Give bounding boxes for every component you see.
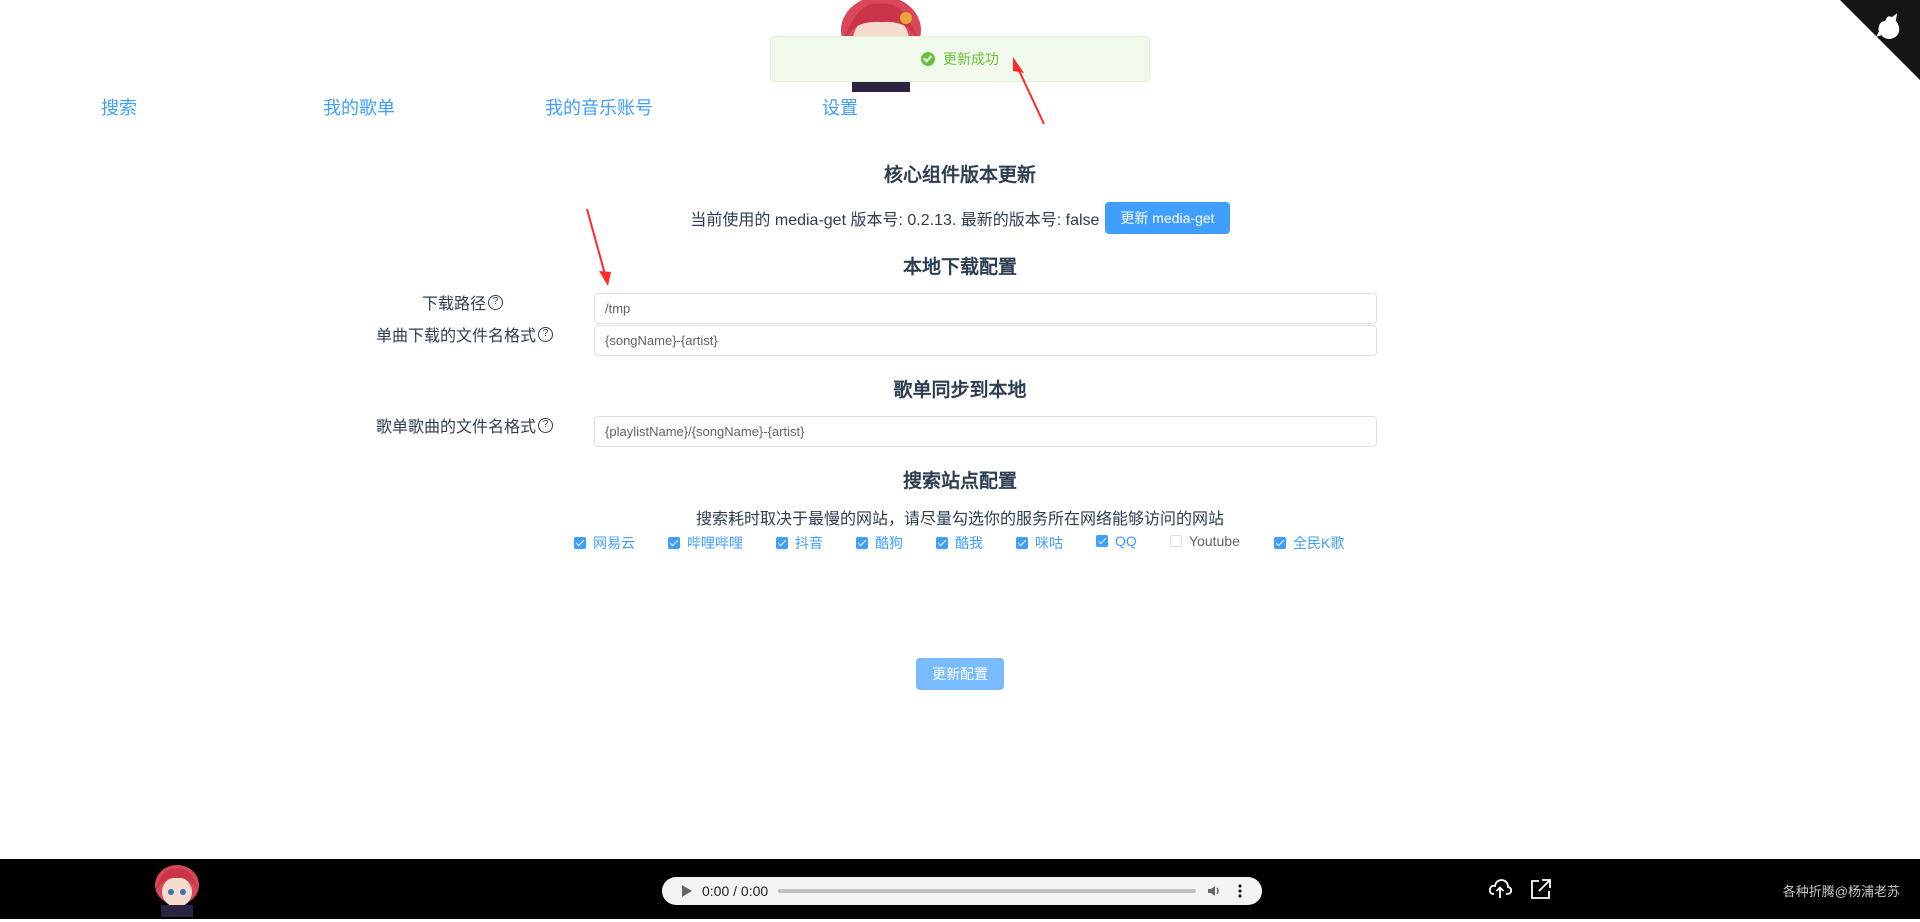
nav-my-playlists[interactable]: 我的歌单 bbox=[323, 94, 395, 120]
checkbox-icon[interactable] bbox=[1170, 535, 1182, 547]
checkbox-icon[interactable] bbox=[668, 537, 680, 549]
checkbox-icon[interactable] bbox=[1274, 537, 1286, 549]
nav-music-accounts[interactable]: 我的音乐账号 bbox=[545, 94, 653, 120]
song-filename-input[interactable] bbox=[594, 325, 1377, 356]
play-icon[interactable] bbox=[682, 885, 692, 897]
audio-time: 0:00 / 0:00 bbox=[702, 883, 769, 899]
version-text: 当前使用的 media-get 版本号: 0.2.13. 最新的版本号: fal… bbox=[690, 212, 1100, 229]
footer-bar: 0:00 / 0:00 各种折腾@杨浦老苏 bbox=[0, 859, 1920, 919]
playlist-sync-section-title: 歌单同步到本地 bbox=[893, 380, 1027, 401]
site-checkbox-migu[interactable]: 咪咕 bbox=[1016, 533, 1063, 553]
more-options-icon[interactable] bbox=[1232, 883, 1248, 899]
download-path-label: 下载路径 ? bbox=[323, 290, 503, 314]
local-section-title: 本地下载配置 bbox=[902, 257, 1017, 278]
checkbox-icon[interactable] bbox=[776, 537, 788, 549]
save-config-button[interactable]: 更新配置 bbox=[916, 658, 1004, 690]
help-icon[interactable]: ? bbox=[538, 326, 553, 342]
update-media-get-button[interactable]: 更新 media-get bbox=[1105, 202, 1230, 234]
site-checkbox-kugou[interactable]: 酷狗 bbox=[856, 533, 903, 553]
checkbox-icon[interactable] bbox=[574, 537, 586, 549]
site-checkbox-kuwo[interactable]: 酷我 bbox=[936, 533, 983, 553]
site-checkbox-douyin[interactable]: 抖音 bbox=[776, 533, 823, 553]
check-circle-icon bbox=[921, 52, 935, 66]
toast-message: 更新成功 bbox=[943, 51, 999, 67]
help-icon[interactable]: ? bbox=[488, 294, 503, 310]
footer-credit: 各种折腾@杨浦老苏 bbox=[1782, 884, 1900, 899]
site-checkbox-youtube[interactable]: Youtube bbox=[1170, 533, 1240, 549]
external-link-icon[interactable] bbox=[1528, 876, 1554, 902]
site-checkbox-qq[interactable]: QQ bbox=[1096, 533, 1137, 549]
annotation-arrows bbox=[586, 57, 1045, 286]
checkbox-icon[interactable] bbox=[1016, 537, 1028, 549]
cloud-upload-icon[interactable] bbox=[1487, 876, 1513, 902]
sites-section-title: 搜索站点配置 bbox=[902, 471, 1017, 492]
github-corner-icon[interactable] bbox=[1820, 0, 1920, 100]
song-filename-label: 单曲下载的文件名格式 ? bbox=[373, 322, 553, 346]
playlist-filename-label: 歌单歌曲的文件名格式 ? bbox=[373, 413, 553, 437]
sites-tip: 搜索耗时取决于最慢的网站，请尽量勾选你的服务所在网络能够访问的网站 bbox=[695, 511, 1224, 528]
site-checkbox-netease[interactable]: 网易云 bbox=[574, 533, 635, 553]
site-checkbox-kge[interactable]: 全民K歌 bbox=[1274, 533, 1344, 553]
checkbox-icon[interactable] bbox=[936, 537, 948, 549]
version-line: 当前使用的 media-get 版本号: 0.2.13. 最新的版本号: fal… bbox=[0, 202, 1920, 234]
checkbox-icon[interactable] bbox=[1096, 535, 1108, 547]
site-checkbox-bilibili[interactable]: 哔哩哔哩 bbox=[668, 533, 743, 553]
help-icon[interactable]: ? bbox=[538, 417, 553, 433]
core-section-title: 核心组件版本更新 bbox=[883, 165, 1036, 186]
audio-progress-track[interactable] bbox=[778, 889, 1196, 893]
nav-settings[interactable]: 设置 bbox=[822, 94, 858, 120]
playlist-filename-input[interactable] bbox=[594, 416, 1377, 447]
success-toast: 更新成功 bbox=[770, 36, 1150, 82]
audio-player[interactable]: 0:00 / 0:00 bbox=[662, 877, 1262, 905]
main-nav: 搜索 我的歌单 我的音乐账号 设置 bbox=[0, 94, 1920, 124]
checkbox-icon[interactable] bbox=[856, 537, 868, 549]
footer-avatar bbox=[153, 865, 201, 917]
volume-icon[interactable] bbox=[1206, 883, 1222, 899]
download-path-input[interactable] bbox=[594, 293, 1377, 324]
nav-search[interactable]: 搜索 bbox=[101, 94, 137, 120]
